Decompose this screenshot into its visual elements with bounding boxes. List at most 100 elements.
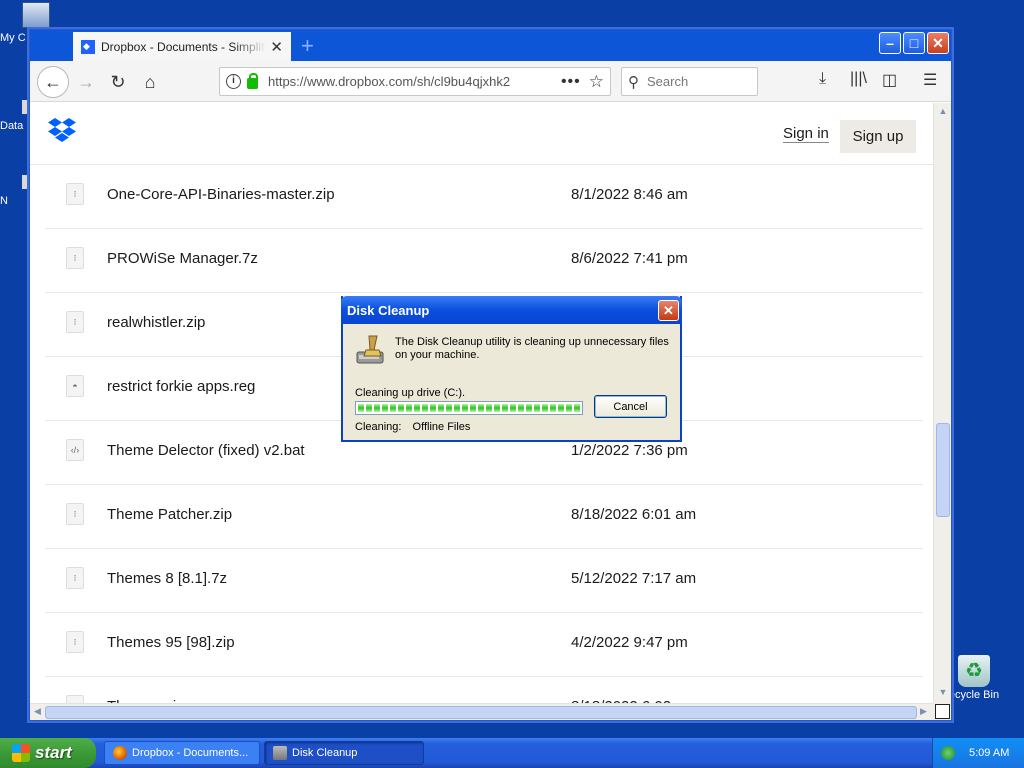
progress-segment xyxy=(462,404,468,412)
taskbar-button-label: Disk Cleanup xyxy=(292,747,358,759)
progress-segment xyxy=(574,404,580,412)
taskbar-button-label: Dropbox - Documents... xyxy=(132,747,249,759)
search-placeholder: Search xyxy=(647,74,689,89)
hamburger-menu-icon[interactable]: ☰ xyxy=(923,70,937,90)
reload-button[interactable]: ↻ xyxy=(104,69,132,95)
maximize-button[interactable]: □ xyxy=(903,32,925,54)
back-button[interactable]: ← xyxy=(37,66,69,98)
firefox-icon xyxy=(113,746,127,760)
desktop-icon-label: N xyxy=(0,195,8,207)
minimize-button[interactable]: – xyxy=(879,32,901,54)
sign-in-link[interactable]: Sign in xyxy=(783,125,829,143)
lock-icon xyxy=(247,73,258,89)
file-name[interactable]: Themes 95 [98].zip xyxy=(107,634,235,651)
sidebar-icon[interactable]: ◫ xyxy=(882,70,897,90)
horizontal-scrollbar[interactable]: ◀ ▶ xyxy=(30,703,933,720)
desktop-icon-label: ecycle Bin xyxy=(948,689,1000,701)
progress-segment xyxy=(518,404,524,412)
progress-segment xyxy=(542,404,548,412)
file-row[interactable]: ⁝Themes.zip8/18/2022 6:02 am xyxy=(45,677,923,703)
download-icon[interactable]: ⤓ xyxy=(819,70,826,88)
zip-file-icon: ⁝ xyxy=(66,503,84,525)
cleaning-status: Cleaning: Offline Files xyxy=(355,421,470,433)
page-actions-button[interactable]: ••• xyxy=(561,73,581,91)
recycle-bin-icon xyxy=(958,655,990,687)
dropbox-header: Sign in Sign up xyxy=(30,103,933,165)
progress-segment xyxy=(390,404,396,412)
start-button[interactable]: start xyxy=(0,738,96,768)
file-name[interactable]: Theme Patcher.zip xyxy=(107,506,232,523)
file-name[interactable]: Themes 8 [8.1].7z xyxy=(107,570,227,587)
scroll-down-icon[interactable]: ▼ xyxy=(937,687,949,699)
progress-segment xyxy=(486,404,492,412)
dropbox-logo-icon[interactable] xyxy=(48,117,76,143)
taskbar-button-firefox[interactable]: Dropbox - Documents... xyxy=(104,741,260,765)
window-controls: – □ ✕ xyxy=(879,32,949,54)
progress-segment xyxy=(510,404,516,412)
site-info-icon[interactable]: i xyxy=(226,74,241,89)
progress-segment xyxy=(454,404,460,412)
tab-close-icon[interactable]: ✕ xyxy=(270,38,283,56)
file-name[interactable]: One-Core-API-Binaries-master.zip xyxy=(107,186,335,203)
progress-segment xyxy=(470,404,476,412)
vertical-scrollbar[interactable]: ▲ ▼ xyxy=(933,103,951,703)
file-row[interactable]: ⁝ One-Core-API-Binaries-master.zip 8/1/202… xyxy=(45,165,923,229)
search-input[interactable]: ⚲ Search xyxy=(621,67,758,96)
zip-file-icon: ⁝ xyxy=(66,311,84,333)
taskbar-button-disk-cleanup[interactable]: Disk Cleanup xyxy=(264,741,424,765)
scrollbar-thumb[interactable] xyxy=(936,423,950,517)
progress-segment xyxy=(414,404,420,412)
windows-logo-icon xyxy=(12,744,30,762)
new-tab-button[interactable]: + xyxy=(301,33,314,59)
dialog-message: The Disk Cleanup utility is cleaning up … xyxy=(395,336,669,361)
tab-dropbox[interactable]: Dropbox - Documents - Simplify yo ✕ xyxy=(73,32,291,61)
file-date: 4/2/2022 9:47 pm xyxy=(571,634,688,651)
file-row[interactable]: ⁝ Themes 8 [8.1].7z 5/12/2022 7:17 am xyxy=(45,549,923,613)
progress-segment xyxy=(422,404,428,412)
file-row[interactable]: ⁝ PROWiSe Manager.7z 8/6/2022 7:41 pm xyxy=(45,229,923,293)
scroll-right-icon[interactable]: ▶ xyxy=(920,706,927,717)
file-name[interactable]: realwhistler.zip xyxy=(107,314,205,331)
tray-network-icon[interactable] xyxy=(941,746,955,760)
file-date: 5/12/2022 7:17 am xyxy=(571,570,697,587)
file-name[interactable]: Theme Delector (fixed) v2.bat xyxy=(107,442,305,459)
navigation-toolbar: ← → ↻ ⌂ i https://www.dropbox.com/sh/cl9… xyxy=(30,61,951,102)
file-row[interactable]: ⁝ Themes 95 [98].zip 4/2/2022 9:47 pm xyxy=(45,613,923,677)
url-bar[interactable]: i https://www.dropbox.com/sh/cl9bu4qjxhk… xyxy=(219,67,611,96)
file-row[interactable]: ⁝ Theme Patcher.zip 8/18/2022 6:01 am xyxy=(45,485,923,549)
close-window-button[interactable]: ✕ xyxy=(927,32,949,54)
clock[interactable]: 5:09 AM xyxy=(969,747,1009,759)
file-name[interactable]: restrict forkie apps.reg xyxy=(107,378,255,395)
taskbar: start Dropbox - Documents... Disk Cleanu… xyxy=(0,738,1024,768)
bookmark-star-icon[interactable]: ☆ xyxy=(589,72,604,92)
progress-segment xyxy=(374,404,380,412)
dialog-title-bar[interactable]: Disk Cleanup ✕ xyxy=(341,296,682,324)
home-button[interactable]: ⌂ xyxy=(136,69,164,95)
sign-up-button[interactable]: Sign up xyxy=(840,120,916,153)
zip-file-icon: ⁝ xyxy=(66,183,84,205)
scrollbar-thumb[interactable] xyxy=(45,706,917,719)
desktop-icon-label: Data xyxy=(0,120,24,132)
cancel-button[interactable]: Cancel xyxy=(594,395,667,418)
desktop-icon-recycle-bin[interactable]: ecycle Bin xyxy=(944,655,1004,701)
progress-segment xyxy=(446,404,452,412)
progress-segment xyxy=(430,404,436,412)
scroll-left-icon[interactable]: ◀ xyxy=(34,706,41,717)
forward-button[interactable]: → xyxy=(72,69,100,95)
disk-cleanup-dialog: Disk Cleanup ✕ The Disk Cleanup utility … xyxy=(341,296,682,442)
drive-label: Cleaning up drive (C:). xyxy=(355,387,466,399)
progress-segment xyxy=(478,404,484,412)
file-name[interactable]: PROWiSe Manager.7z xyxy=(107,250,258,267)
tab-bar: Dropbox - Documents - Simplify yo ✕ + – … xyxy=(30,30,951,61)
url-text[interactable]: https://www.dropbox.com/sh/cl9bu4qjxhk2 xyxy=(268,74,553,89)
code-file-icon: ‹/› xyxy=(66,439,84,461)
scroll-up-icon[interactable]: ▲ xyxy=(937,106,949,118)
desktop-icon-label: My C xyxy=(0,32,26,44)
library-icon[interactable]: |||\ xyxy=(850,70,867,88)
progress-segment xyxy=(406,404,412,412)
status-value: Offline Files xyxy=(412,421,471,433)
zip-file-icon: ⁝ xyxy=(66,567,84,589)
search-icon: ⚲ xyxy=(628,73,639,91)
size-grip[interactable] xyxy=(933,703,951,720)
dialog-close-button[interactable]: ✕ xyxy=(658,300,679,321)
